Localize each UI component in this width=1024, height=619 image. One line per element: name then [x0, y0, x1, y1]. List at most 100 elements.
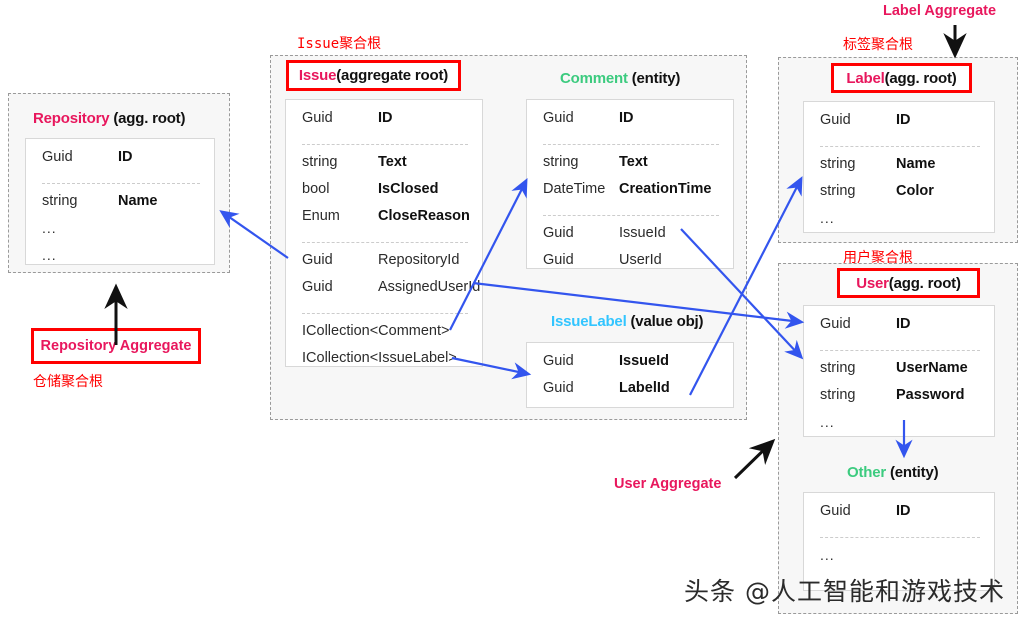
prop-type: ...	[820, 414, 835, 430]
table-row: string Color	[820, 183, 980, 210]
prop-type: string	[302, 154, 338, 170]
issue-entity-name: Issue	[298, 67, 337, 84]
prop-name: Text	[619, 154, 648, 170]
repository-aggregate-badge-label: Repository Aggregate	[40, 338, 192, 354]
table-row: ICollection<IssueLabel>	[302, 350, 468, 377]
prop-type: DateTime	[543, 181, 606, 197]
table-row: Guid ID	[543, 110, 719, 137]
comment-entity-kind: (entity)	[627, 70, 681, 87]
prop-type: Guid	[302, 279, 333, 295]
repository-aggregate-cn-note: 仓储聚合根	[33, 373, 103, 389]
issuelabel-entity-kind: (value obj)	[626, 313, 704, 330]
label-group-1: Guid ID	[820, 112, 980, 139]
other-group-2: ...	[820, 537, 980, 574]
prop-type: Guid	[302, 252, 333, 268]
prop-name: LabelId	[619, 380, 670, 396]
prop-name: UserName	[896, 360, 968, 376]
prop-name: ID	[896, 112, 911, 128]
diagram-canvas: Repository (agg. root) Guid ID string Na…	[0, 0, 1024, 619]
prop-name: IssueId	[619, 353, 669, 369]
repository-entity-kind: (agg. root)	[109, 110, 186, 127]
prop-type: string	[543, 154, 579, 170]
table-row: ...	[820, 210, 980, 237]
table-row: Guid UserId	[543, 252, 719, 279]
prop-type: ...	[42, 220, 57, 236]
prop-type: string	[820, 360, 856, 376]
issue-group-4: ICollection<Comment> ICollection<IssueLa…	[302, 313, 468, 377]
other-group-1: Guid ID	[820, 503, 980, 530]
table-row: Enum CloseReason	[302, 208, 470, 235]
table-row: Guid ID	[42, 149, 200, 176]
prop-name: IssueId	[619, 225, 666, 241]
watermark-text: 头条 @人工智能和游戏技术	[684, 577, 1005, 606]
table-row: ICollection<Comment>	[302, 323, 468, 350]
user-entity-title-chip: User (agg. root)	[837, 268, 980, 298]
other-entity-kind: (entity)	[886, 464, 939, 481]
table-row: Guid LabelId	[543, 380, 719, 407]
table-row: string Text	[302, 154, 468, 181]
prop-type: Guid	[543, 380, 574, 396]
prop-name: IsClosed	[378, 181, 439, 197]
prop-name: Password	[896, 387, 965, 403]
other-entity-name: Other	[847, 464, 887, 481]
label-group-2: string Name string Color ...	[820, 146, 980, 237]
label-aggregate-en-note: Label Aggregate	[883, 3, 997, 19]
prop-type: Guid	[543, 225, 574, 241]
repository-entity-name: Repository	[33, 110, 110, 127]
comment-property-table: Guid ID string Text DateTime CreationTim…	[526, 99, 734, 269]
table-row: Guid AssignedUserId	[302, 279, 480, 306]
issuelabel-group-1: Guid IssueId Guid LabelId	[543, 353, 719, 407]
issuelabel-entity-title: IssueLabel (value obj)	[551, 313, 704, 330]
table-row: Guid IssueId	[543, 353, 719, 380]
prop-type: Guid	[42, 149, 73, 165]
user-group-1: Guid ID	[820, 316, 980, 343]
table-row: string Name	[820, 156, 980, 183]
repository-group-2: string Name ... ...	[42, 183, 200, 274]
table-row: ...	[42, 220, 200, 247]
table-row: Guid ID	[820, 112, 980, 139]
prop-type: ...	[820, 210, 835, 226]
table-row: string Password	[820, 387, 980, 414]
table-row: DateTime CreationTime	[543, 181, 719, 208]
prop-name: Color	[896, 183, 934, 199]
repository-group-1: Guid ID	[42, 149, 200, 176]
prop-name: ID	[896, 503, 911, 519]
table-row: ...	[42, 247, 200, 274]
other-entity-title: Other (entity)	[847, 464, 939, 481]
repository-entity-title: Repository (agg. root)	[33, 110, 185, 127]
label-property-table: Guid ID string Name string Color ...	[803, 101, 995, 233]
issuelabel-property-table: Guid IssueId Guid LabelId	[526, 342, 734, 408]
user-aggregate-en-note: User Aggregate	[614, 476, 722, 492]
prop-name: AssignedUserId	[378, 279, 481, 295]
user-group-2: string UserName string Password ...	[820, 350, 980, 441]
prop-name: UserId	[619, 252, 662, 268]
prop-type: Guid	[820, 316, 851, 332]
table-row: string UserName	[820, 360, 980, 387]
comment-group-3: Guid IssueId Guid UserId	[543, 215, 719, 279]
prop-type: Guid	[820, 112, 851, 128]
table-row: ...	[820, 547, 980, 574]
prop-type: string	[820, 156, 856, 172]
prop-type: string	[820, 183, 856, 199]
issue-group-2: string Text bool IsClosed Enum CloseReas…	[302, 144, 470, 235]
label-entity-kind: (agg. root)	[884, 69, 957, 87]
label-entity-title-chip: Label (agg. root)	[831, 63, 972, 93]
prop-type: ...	[42, 247, 57, 263]
prop-name: Text	[378, 154, 407, 170]
prop-type: Guid	[302, 110, 333, 126]
prop-type: Guid	[543, 252, 574, 268]
issuelabel-entity-name: IssueLabel	[551, 313, 627, 330]
comment-entity-name: Comment	[560, 70, 628, 87]
user-property-table: Guid ID string UserName string Password …	[803, 305, 995, 437]
label-entity-name: Label	[846, 69, 885, 87]
issue-group-3: Guid RepositoryId Guid AssignedUserId	[302, 242, 480, 306]
prop-name: CloseReason	[378, 208, 470, 224]
table-row: Guid ID	[302, 110, 468, 137]
table-row: ...	[820, 414, 980, 441]
repository-aggregate-badge: Repository Aggregate	[31, 328, 201, 364]
prop-type: Guid	[543, 353, 574, 369]
table-row: Guid RepositoryId	[302, 252, 468, 279]
prop-type: ICollection<Comment>	[302, 323, 450, 339]
prop-name: CreationTime	[619, 181, 712, 197]
prop-type: string	[42, 193, 78, 209]
